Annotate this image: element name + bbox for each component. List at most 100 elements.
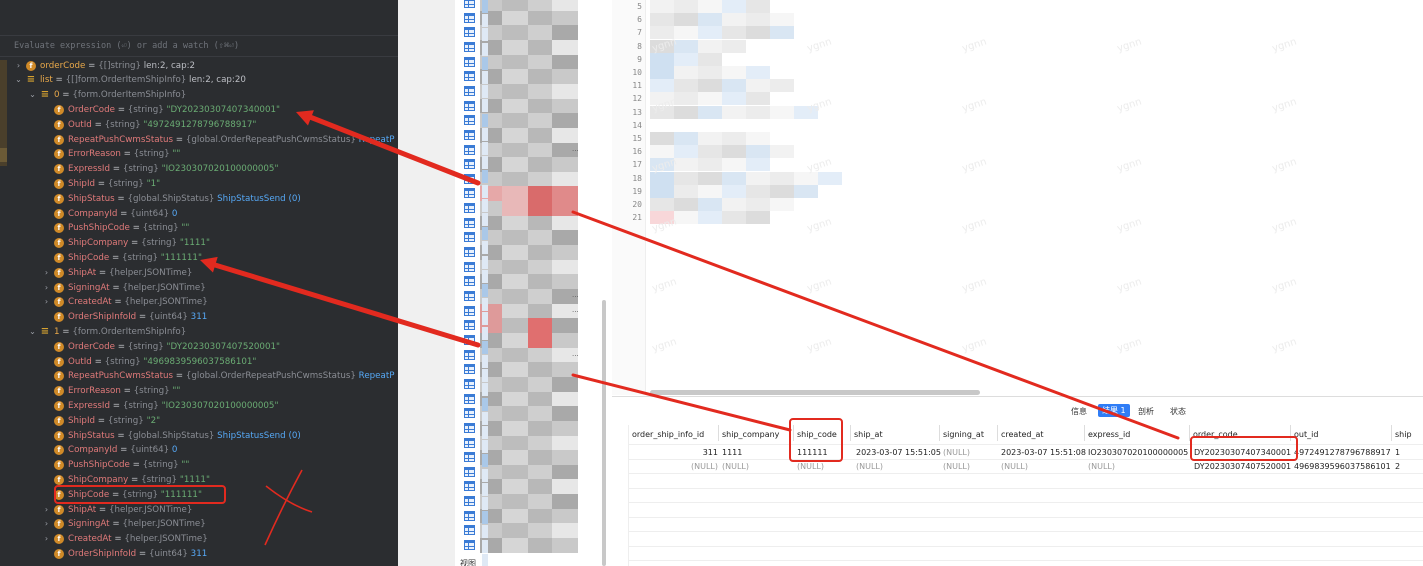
column-header[interactable]: ship_code [797, 430, 837, 439]
table-icon[interactable] [464, 247, 475, 258]
tree-row-ordercode[interactable]: f OrderCode = {string} "DY202303074075200… [0, 340, 398, 355]
table-icon[interactable] [464, 41, 475, 52]
tree-row-signingat[interactable]: › f SigningAt = {helper.JSONTime} [0, 517, 398, 532]
column-header[interactable]: created_at [1001, 430, 1044, 439]
column-header[interactable]: ship [1395, 430, 1412, 439]
results-tab-0[interactable]: 信息 [1071, 406, 1087, 417]
result-cell[interactable]: (NULL) [632, 462, 718, 471]
tree-row-shipat[interactable]: › f ShipAt = {helper.JSONTime} [0, 503, 398, 518]
table-icon[interactable] [464, 466, 475, 477]
column-header[interactable]: ship_company [722, 430, 779, 439]
chevron-down-icon[interactable]: ⌄ [28, 88, 37, 103]
table-icon[interactable] [464, 217, 475, 228]
table-icon[interactable] [464, 261, 475, 272]
chevron-down-icon[interactable]: ⌄ [28, 325, 37, 340]
tree-row-shipcompany[interactable]: f ShipCompany = {string} "1111" [0, 236, 398, 251]
column-separator[interactable] [1189, 425, 1190, 441]
tree-row-companyid[interactable]: f CompanyId = {uint64} 0 [0, 443, 398, 458]
tree-row-ordercode[interactable]: f OrderCode = {string} "DY202303074073400… [0, 103, 398, 118]
table-icon[interactable] [464, 378, 475, 389]
chevron-right-icon[interactable]: › [42, 532, 51, 547]
column-separator[interactable] [997, 425, 998, 441]
tree-row-repeatpushcwmsstatus[interactable]: f RepeatPushCwmsStatus = {global.OrderRep… [0, 133, 398, 148]
result-cell[interactable]: DY20230307407520001 [1194, 462, 1291, 471]
table-icon[interactable] [464, 115, 475, 126]
column-separator[interactable] [1084, 425, 1085, 441]
table-icon[interactable] [464, 12, 475, 23]
result-cell[interactable]: 4969839596037586101 [1294, 462, 1391, 471]
table-icon[interactable] [464, 173, 475, 184]
result-cell[interactable]: (NULL) [943, 448, 970, 457]
tree-row-ordershipinfoid[interactable]: f OrderShipInfoId = {uint64} 311 [0, 310, 398, 325]
column-separator[interactable] [1290, 425, 1291, 441]
tree-row-shipcode[interactable]: f ShipCode = {string} "111111" [0, 488, 398, 503]
tree-row-createdat[interactable]: › f CreatedAt = {helper.JSONTime} [0, 532, 398, 547]
chevron-down-icon[interactable]: ⌄ [14, 73, 23, 88]
column-header[interactable]: signing_at [943, 430, 984, 439]
tree-row-shipstatus[interactable]: f ShipStatus = {global.ShipStatus} ShipSt… [0, 429, 398, 444]
tree-row-0[interactable]: ⌄ ≡ 0 = {form.OrderItemShipInfo} [0, 88, 398, 103]
chevron-right-icon[interactable]: › [42, 295, 51, 310]
tree-row-expressid[interactable]: f ExpressId = {string} "IO230307020100000… [0, 399, 398, 414]
tree-row-1[interactable]: ⌄ ≡ 1 = {form.OrderItemShipInfo} [0, 325, 398, 340]
table-icon[interactable] [464, 56, 475, 67]
tree-row-shipcompany[interactable]: f ShipCompany = {string} "1111" [0, 473, 398, 488]
table-icon[interactable] [464, 320, 475, 331]
result-cell[interactable]: 111111 [797, 448, 828, 457]
column-header[interactable]: ship_at [854, 430, 883, 439]
chevron-right-icon[interactable]: › [42, 281, 51, 296]
table-icon[interactable] [464, 510, 475, 521]
table-icon[interactable] [464, 540, 475, 551]
table-icon[interactable] [464, 71, 475, 82]
tree-row-errorreason[interactable]: f ErrorReason = {string} "" [0, 147, 398, 162]
table-icon[interactable] [464, 188, 475, 199]
tree-row-errorreason[interactable]: f ErrorReason = {string} "" [0, 384, 398, 399]
result-cell[interactable]: 2 [1395, 462, 1400, 471]
table-icon[interactable] [464, 481, 475, 492]
table-icon[interactable] [464, 305, 475, 316]
results-tab-3[interactable]: 状态 [1170, 406, 1186, 417]
tree-row-ordershipinfoid[interactable]: f OrderShipInfoId = {uint64} 311 [0, 547, 398, 562]
table-icon[interactable] [464, 85, 475, 96]
table-icon[interactable] [464, 393, 475, 404]
result-cell[interactable]: IO230307020100000005 [1088, 448, 1188, 457]
table-icon[interactable] [464, 408, 475, 419]
tree-row-pushshipcode[interactable]: f PushShipCode = {string} "" [0, 221, 398, 236]
tree-row-outid[interactable]: f OutId = {string} "4972491278796788917" [0, 118, 398, 133]
tree-row-expressid[interactable]: f ExpressId = {string} "IO230307020100000… [0, 162, 398, 177]
result-cell[interactable]: (NULL) [943, 462, 970, 471]
tree-row-createdat[interactable]: › f CreatedAt = {helper.JSONTime} [0, 295, 398, 310]
editor-horizontal-scrollbar[interactable] [650, 390, 980, 395]
result-cell[interactable]: 2023-03-07 15:51:05 [856, 448, 941, 457]
evaluate-expression-input[interactable]: Evaluate expression (⏎) or add a watch (… [0, 37, 398, 57]
tree-row-signingat[interactable]: › f SigningAt = {helper.JSONTime} [0, 281, 398, 296]
table-icon[interactable] [464, 437, 475, 448]
chevron-right-icon[interactable]: › [42, 503, 51, 518]
chevron-right-icon[interactable]: › [14, 59, 23, 74]
views-folder-label[interactable]: 视图 [460, 558, 476, 566]
table-icon[interactable] [464, 129, 475, 140]
table-icon[interactable] [464, 334, 475, 345]
table-icon[interactable] [464, 100, 475, 111]
column-separator[interactable] [793, 425, 794, 441]
result-cell[interactable]: 2023-03-07 15:51:08 [1001, 448, 1086, 457]
column-header[interactable]: order_ship_info_id [632, 430, 704, 439]
tree-row-shipstatus[interactable]: f ShipStatus = {global.ShipStatus} ShipSt… [0, 192, 398, 207]
result-cell[interactable]: 1 [1395, 448, 1400, 457]
chevron-right-icon[interactable]: › [42, 517, 51, 532]
tree-row-companyid[interactable]: f CompanyId = {uint64} 0 [0, 207, 398, 222]
result-cell[interactable]: (NULL) [856, 462, 883, 471]
table-icon[interactable] [464, 525, 475, 536]
table-icon[interactable] [464, 232, 475, 243]
results-tab-2[interactable]: 剖析 [1138, 406, 1154, 417]
table-icon[interactable] [464, 364, 475, 375]
table-icon[interactable] [464, 27, 475, 38]
result-cell[interactable]: 4972491278796788917 [1294, 448, 1391, 457]
result-cell[interactable]: 311 [632, 448, 718, 457]
column-separator[interactable] [718, 425, 719, 441]
result-cell[interactable]: (NULL) [1088, 462, 1115, 471]
results-tab-1[interactable]: 结果 1 [1098, 404, 1130, 417]
table-icon[interactable] [464, 0, 475, 8]
tree-row-shipcode[interactable]: f ShipCode = {string} "111111" [0, 251, 398, 266]
column-separator[interactable] [939, 425, 940, 441]
